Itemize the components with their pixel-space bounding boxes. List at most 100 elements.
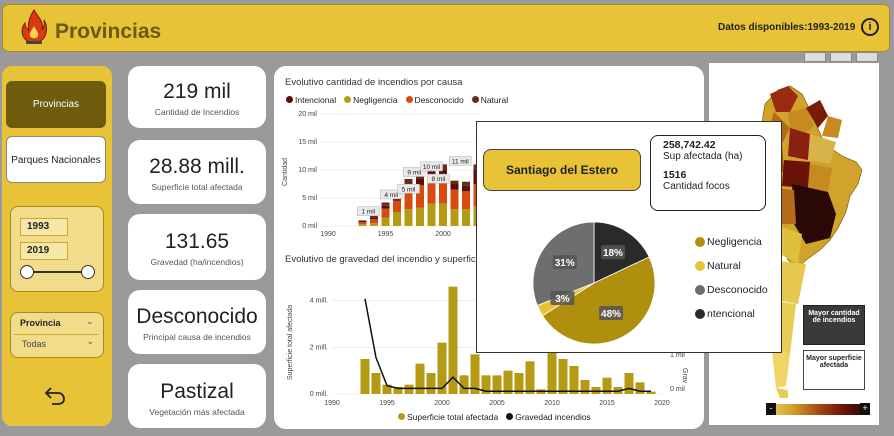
chevron-down-icon[interactable]: ⌄ (86, 316, 94, 327)
x-tick-label: 1990 (324, 400, 340, 407)
bar-segment (370, 215, 378, 218)
kpi-label: Vegetación más afectada (149, 407, 245, 417)
province-tooltip-popup: Santiago del Estero 258,742.42 Sup afect… (476, 121, 782, 353)
nav-parques-button[interactable]: Parques Nacionales (6, 136, 106, 183)
bar (569, 366, 579, 394)
data-availability-text: Datos disponibles:1993-2019 (718, 22, 856, 33)
x-tick-label: 1995 (378, 231, 394, 238)
nav-provincias-button[interactable]: Provincias (6, 81, 106, 128)
chart2-ylabel: Superficie total afectada (287, 304, 294, 380)
x-tick-label: 1995 (379, 400, 395, 407)
y-tick-label: 20 mil (298, 111, 317, 118)
bar-segment (381, 205, 390, 209)
bar-segment (370, 217, 378, 220)
y-tick-label: 4 mill. (310, 298, 328, 305)
mayor-cantidad-button[interactable]: Mayor cantidad de incendios (803, 305, 865, 345)
selected-province-button[interactable]: Santiago del Estero (483, 149, 641, 191)
bar (646, 391, 656, 394)
kpi-card-causa: Desconocido Principal causa de incendios (128, 290, 266, 354)
pie-data-label: 48% (601, 309, 621, 320)
bar (624, 373, 634, 394)
chart1-plot[interactable]: 0 mil 5 mil 10 mil 15 mil 20 mil 1990 1995 2000… (292, 108, 482, 240)
province-dropdown[interactable]: Todas ⌄ (14, 334, 98, 354)
bar-segment (381, 217, 390, 226)
x-tick-label: 2020 (654, 400, 670, 407)
x-tick-label: 2010 (544, 400, 560, 407)
bar-segment (450, 180, 459, 184)
cause-pie-chart[interactable]: 48% 3% 31% 18% (527, 216, 661, 350)
bar-segment (462, 191, 470, 210)
bar-segment (358, 220, 367, 223)
bar (558, 359, 568, 394)
bar-segment (358, 224, 367, 226)
kpi-card-cantidad: 219 mil Cantidad de Incendios (128, 66, 266, 128)
legend-item[interactable]: Negligencia (344, 95, 398, 105)
map-toolbar-button[interactable] (856, 52, 878, 62)
y-tick-label: 15 mil (298, 139, 317, 146)
bar (437, 342, 447, 394)
bar-segment (393, 212, 401, 226)
x-tick-label: 2015 (599, 400, 615, 407)
legend-item[interactable]: ntencional (695, 308, 768, 320)
kpi-value: 28.88 mill. (149, 155, 245, 178)
y-tick-label: 2 mill. (310, 344, 328, 351)
legend-item[interactable]: Negligencia (695, 236, 768, 248)
data-label: 5 mil (402, 186, 416, 193)
back-arrow-icon[interactable] (42, 382, 68, 408)
legend-item[interactable]: Superficie total afectada (398, 412, 498, 422)
kpi-value: 219 mil (163, 80, 231, 103)
bar-segment (450, 189, 459, 210)
kpi-label: Principal causa de incendios (143, 332, 251, 342)
bar-segment (450, 184, 459, 190)
kpi-card-gravedad: 131.65 Gravedad (ha/incendios) (128, 214, 266, 280)
legend-item[interactable]: Natural (695, 260, 768, 272)
legend-item[interactable]: Natural (471, 95, 508, 105)
bar (371, 373, 381, 394)
bar (426, 373, 436, 394)
data-label: 4 mil (384, 192, 398, 199)
y-tick-label: 0 mil (302, 223, 317, 230)
bar-segment (370, 219, 378, 224)
bar-segment (404, 209, 413, 226)
map-toolbar-button[interactable] (804, 52, 826, 62)
bar-segment (358, 222, 367, 225)
map-toolbar-button[interactable] (830, 52, 852, 62)
year-slider-start-handle[interactable] (20, 265, 34, 279)
bar (635, 382, 645, 394)
chart2-y2label: Grav (681, 368, 688, 384)
mayor-superficie-button[interactable]: Mayor superficie afectada (803, 350, 865, 390)
chart1-ylabel: Cantidad (282, 157, 289, 186)
chart1-title: Evolutivo cantidad de incendios por caus… (285, 77, 463, 88)
bar (525, 361, 535, 394)
kpi-value: 131.65 (164, 230, 230, 253)
chevron-down-icon: ⌄ (86, 336, 94, 346)
info-icon[interactable]: i (861, 18, 879, 36)
legend-item[interactable]: Intencional (286, 95, 336, 105)
y-tick-label: 0 mill. (310, 391, 328, 398)
legend-item[interactable]: Desconocido (405, 95, 464, 105)
data-label: 9 mil (407, 169, 421, 176)
legend-item[interactable]: Gravedad incendios (506, 412, 591, 422)
bar-segment (381, 208, 390, 218)
bar-segment (439, 203, 447, 226)
year-from-input[interactable]: 1993 (20, 218, 68, 236)
data-label: 11 mil (452, 158, 469, 165)
chart2-y2-tick: 1 mil (670, 352, 685, 359)
year-to-input[interactable]: 2019 (20, 242, 68, 260)
bar-segment (450, 209, 459, 226)
bar-segment (427, 203, 436, 226)
pie-legend: Negligencia Natural Desconocido ntencion… (695, 236, 768, 320)
pie-data-label: 31% (555, 258, 575, 269)
legend-item[interactable]: Desconocido (695, 284, 768, 296)
y-tick-label: 5 mil (302, 195, 317, 202)
kpi-label: Superficie total afectada (151, 182, 243, 192)
kpi-label: Gravedad (ha/incendios) (150, 257, 244, 267)
area-value: 258,742.42 (663, 139, 716, 151)
scale-max-label: + (860, 403, 870, 415)
y-tick-label: 10 mil (298, 167, 317, 174)
x-tick-label: 1990 (320, 231, 336, 238)
province-stats-box: 258,742.42 Sup afectada (ha) 1516 Cantid… (650, 135, 766, 211)
year-slider-end-handle[interactable] (81, 265, 95, 279)
pie-data-label: 18% (603, 248, 623, 259)
bar-segment (462, 181, 470, 186)
